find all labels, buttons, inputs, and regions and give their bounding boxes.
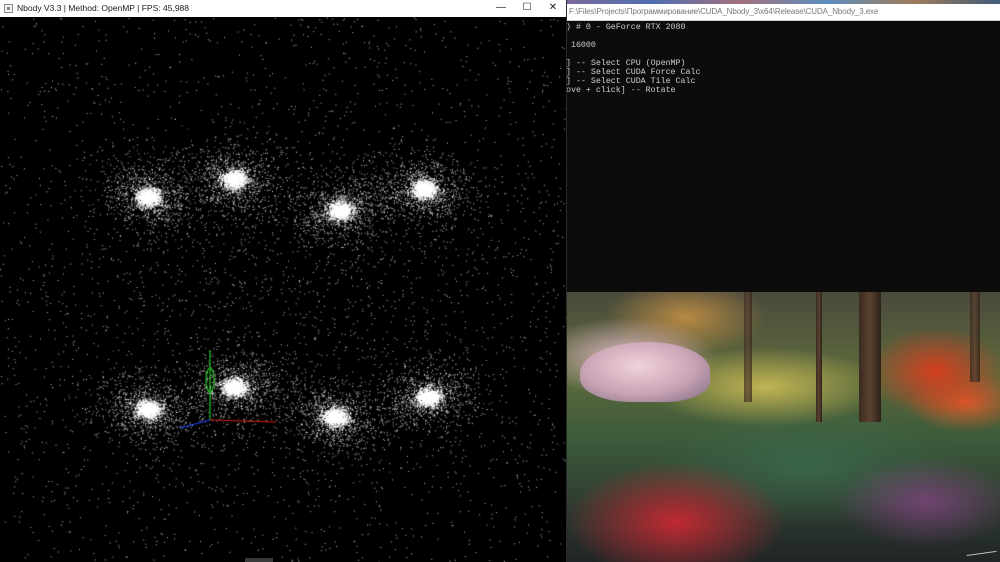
console-line: ] -- Select CUDA Tile Calc (566, 77, 696, 86)
nbody-titlebar[interactable]: Nbody V3.3 | Method: OpenMP | FPS: 45,98… (0, 0, 566, 17)
console-line: ) # 0 - GeForce RTX 2080 (566, 23, 686, 32)
console-line: ] -- Select CUDA Force Calc (566, 68, 701, 77)
painting-rock (580, 342, 710, 402)
console-window[interactable]: F:\Files\Projects\Программирование\CUDA_… (566, 4, 1000, 292)
nbody-window[interactable]: Nbody V3.3 | Method: OpenMP | FPS: 45,98… (0, 0, 567, 562)
wallpaper-painting (566, 292, 1000, 562)
console-output: ) # 0 - GeForce RTX 2080 16000 ] -- Selec… (566, 23, 1000, 95)
console-titlebar[interactable]: F:\Files\Projects\Программирование\CUDA_… (566, 4, 1000, 21)
console-line: 16000 (566, 41, 596, 50)
minimize-button[interactable]: — (488, 0, 514, 17)
painting-tree-trunk (816, 292, 822, 422)
console-line: ] -- Select CPU (OpenMP) (566, 59, 686, 68)
painting-tree-trunk (859, 292, 881, 422)
close-button[interactable]: ✕ (540, 0, 566, 17)
painting-tree-trunk (744, 292, 752, 402)
scrollbar-thumb[interactable] (245, 558, 273, 562)
painting-signature (965, 542, 997, 557)
simulation-viewport[interactable] (0, 17, 566, 562)
maximize-button[interactable]: ☐ (514, 0, 540, 17)
console-line: ove + click] -- Rotate (566, 86, 676, 95)
app-window-icon (4, 4, 13, 13)
painting-tree-trunk (970, 292, 980, 382)
window-title: Nbody V3.3 | Method: OpenMP | FPS: 45,98… (17, 3, 189, 13)
console-title: F:\Files\Projects\Программирование\CUDA_… (569, 7, 879, 16)
